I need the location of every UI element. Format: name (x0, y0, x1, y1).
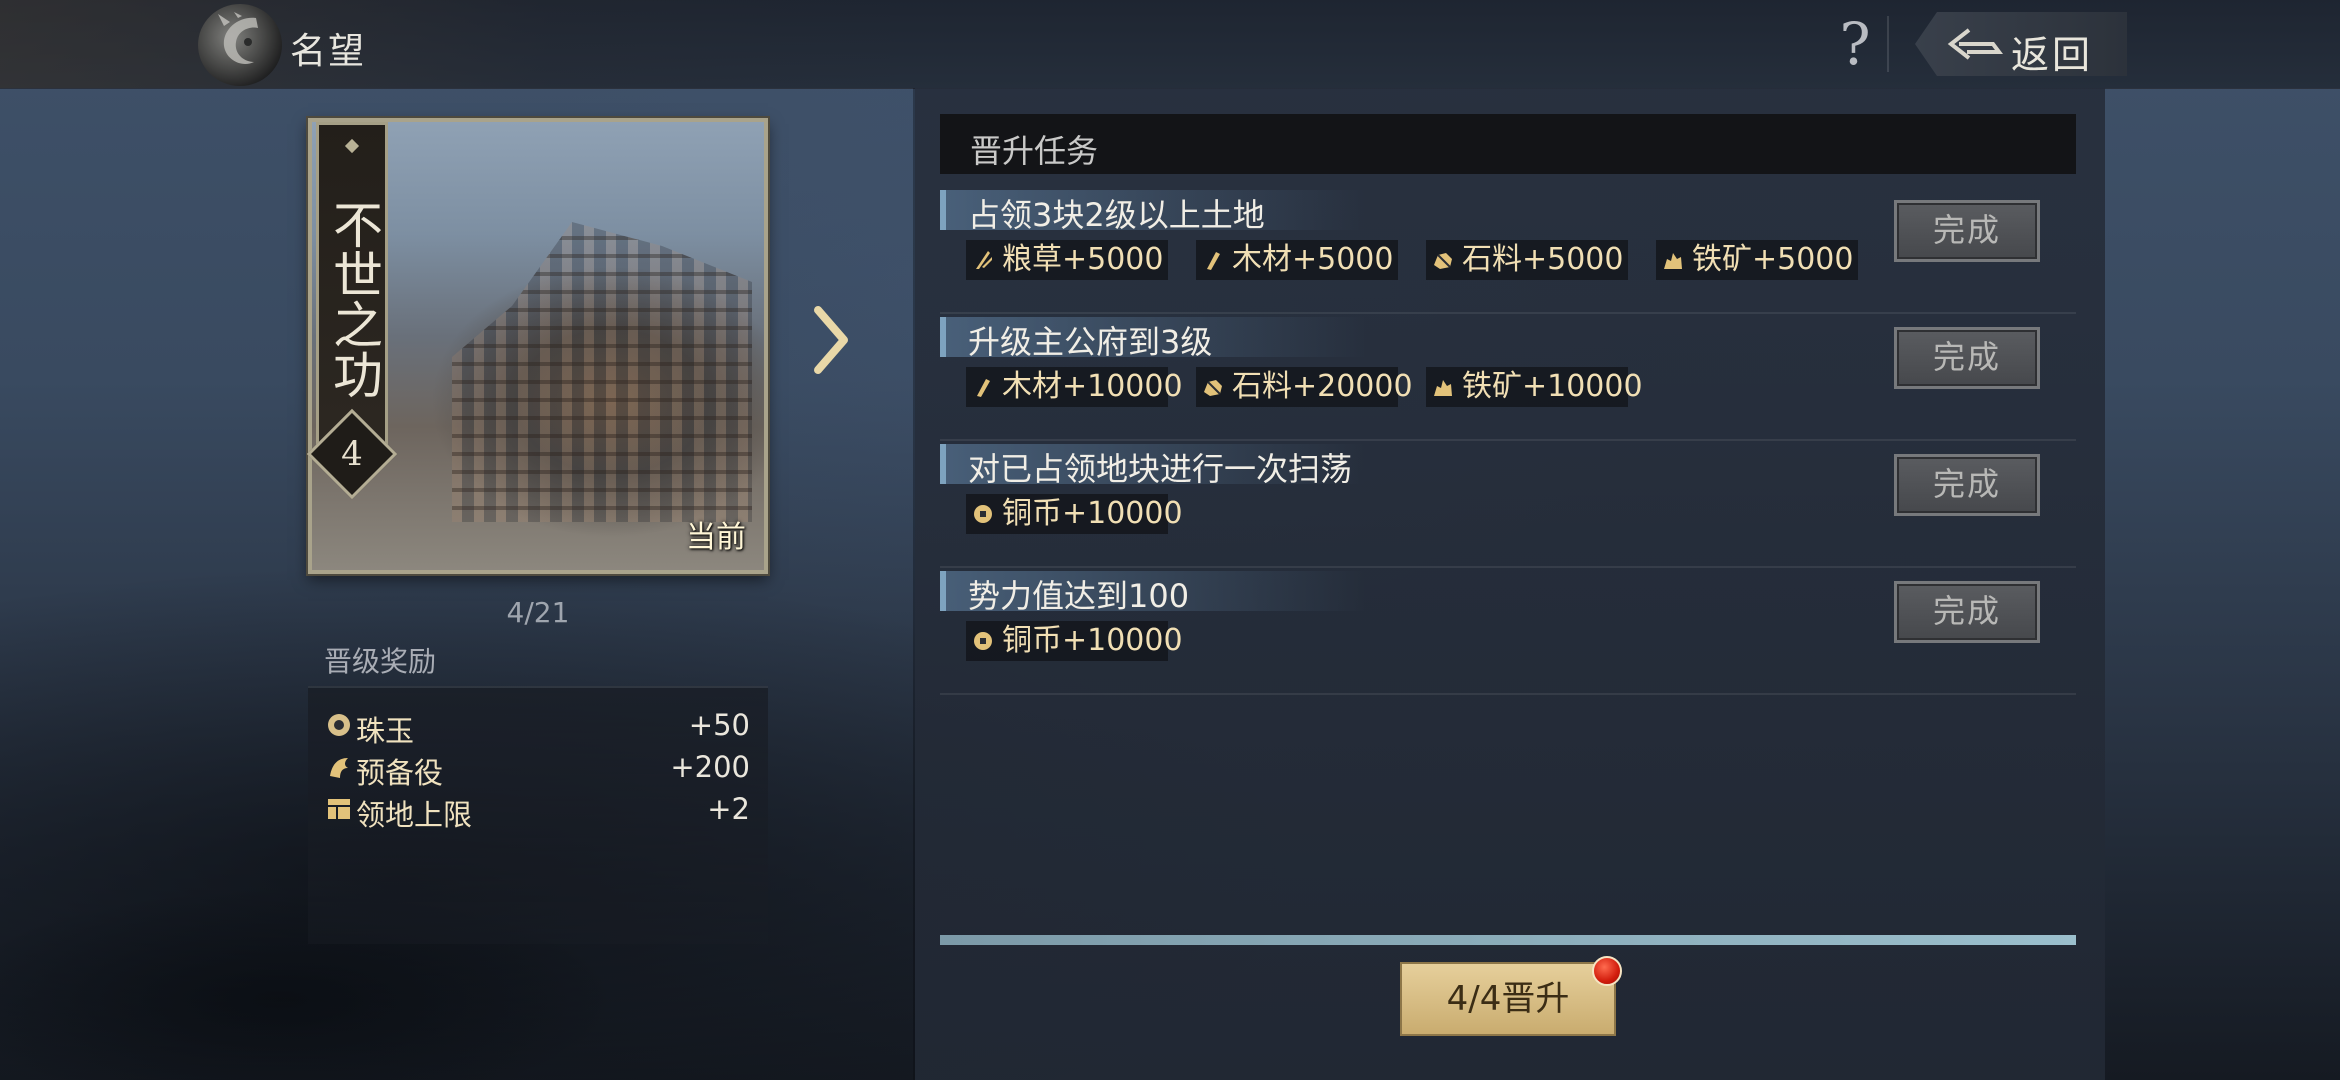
reward-chip: 粮草+5000 (966, 240, 1168, 280)
task-row: 升级主公府到3级 木材+10000 石料+20000 铁矿+10000 完成 (940, 313, 2076, 441)
wood-icon (1207, 252, 1220, 270)
reward-chip: 铜币+10000 (966, 494, 1183, 534)
reward-chip-text: 铜币+10000 (1002, 623, 1183, 658)
double-chevron-left-icon (1947, 28, 2003, 60)
reward-chip-text: 木材+5000 (1232, 242, 1394, 277)
page-title: 名望 (290, 31, 367, 72)
wood-icon (977, 379, 990, 397)
grain-icon (976, 251, 992, 269)
copper-coin-icon (974, 505, 992, 523)
reward-chip-text: 粮草+5000 (1002, 242, 1164, 277)
reward-heading: 晋级奖励 (324, 645, 437, 678)
reward-row-reserve: 预备役 +200 (326, 748, 750, 790)
stone-icon (1204, 380, 1222, 396)
reward-row-territory: 领地上限 +2 (326, 790, 750, 832)
task-row: 势力值达到100 铜币+10000 完成 (940, 567, 2076, 695)
reward-chip: 石料+20000 (1196, 367, 1413, 407)
task-title: 占领3块2级以上土地 (968, 196, 1265, 234)
card-city-illustration (452, 222, 752, 522)
reward-chip: 铜币+10000 (966, 621, 1183, 661)
reward-value: +50 (688, 708, 750, 742)
reward-name: 预备役 (356, 756, 444, 790)
reward-name: 珠玉 (356, 714, 415, 748)
complete-button[interactable]: 完成 (1894, 200, 2040, 262)
reward-chip-text: 铜币+10000 (1002, 496, 1183, 531)
complete-button[interactable]: 完成 (1894, 327, 2040, 389)
header-ink-wash (0, 0, 915, 88)
territory-icon (328, 799, 350, 819)
reward-chip-text: 铁矿+5000 (1692, 242, 1854, 277)
reward-chip-text: 石料+5000 (1462, 242, 1624, 277)
task-row: 对已占领地块进行一次扫荡 铜币+10000 完成 (940, 440, 2076, 568)
back-button[interactable]: 返回 (1915, 12, 2127, 76)
task-title: 升级主公府到3级 (968, 323, 1213, 361)
reward-chip: 木材+5000 (1196, 240, 1398, 280)
reward-chip-text: 铁矿+10000 (1462, 369, 1643, 404)
back-label: 返回 (2011, 33, 2094, 77)
iron-icon (1664, 253, 1682, 269)
rank-progress-count: 4/21 (506, 596, 570, 629)
task-heading: 晋升任务 (970, 132, 1099, 170)
task-title: 对已占领地块进行一次扫荡 (968, 450, 1353, 488)
reserve-troops-icon (330, 758, 348, 778)
reward-chip: 木材+10000 (966, 367, 1183, 407)
task-title: 势力值达到100 (968, 577, 1190, 615)
rank-name: 不世之功 (325, 199, 383, 399)
stone-icon (1434, 253, 1452, 269)
copper-coin-icon (974, 632, 992, 650)
complete-button[interactable]: 完成 (1894, 454, 2040, 516)
reward-row-jade: 珠玉 +50 (326, 706, 750, 748)
reward-value: +200 (670, 750, 750, 784)
reward-chip-text: 木材+10000 (1002, 369, 1183, 404)
reward-chip-text: 石料+20000 (1232, 369, 1413, 404)
iron-icon (1434, 380, 1452, 396)
reward-chip: 铁矿+5000 (1656, 240, 1858, 280)
rank-level: 4 (341, 434, 363, 474)
dragon-emblem-icon (198, 4, 282, 86)
reward-chip: 石料+5000 (1426, 240, 1628, 280)
reward-name: 领地上限 (356, 798, 473, 832)
top-bar: 名望 ? 返回 (0, 0, 2340, 89)
reward-chip: 铁矿+10000 (1426, 367, 1643, 407)
question-mark-icon[interactable]: ? (1825, 10, 1885, 78)
reward-value: +2 (707, 792, 750, 826)
diamond-ornament-icon (344, 138, 360, 154)
task-progress-bar (940, 935, 2076, 945)
reward-list: 珠玉 +50 预备役 +200 领地上限 +2 (308, 686, 768, 944)
jade-icon (328, 714, 350, 736)
notification-dot (1592, 956, 1622, 986)
header-divider (1887, 16, 1889, 72)
promote-button[interactable]: 4/4晋升 (1400, 962, 1616, 1036)
current-tag: 当前 (686, 520, 746, 555)
task-header: 晋升任务 (940, 114, 2076, 174)
next-rank-arrow-icon[interactable] (806, 300, 856, 380)
task-row: 占领3块2级以上土地 粮草+5000 木材+5000 石料+5000 铁矿+50… (940, 186, 2076, 314)
complete-button[interactable]: 完成 (1894, 581, 2040, 643)
rank-card: 不世之功 4 当前 (306, 118, 768, 574)
